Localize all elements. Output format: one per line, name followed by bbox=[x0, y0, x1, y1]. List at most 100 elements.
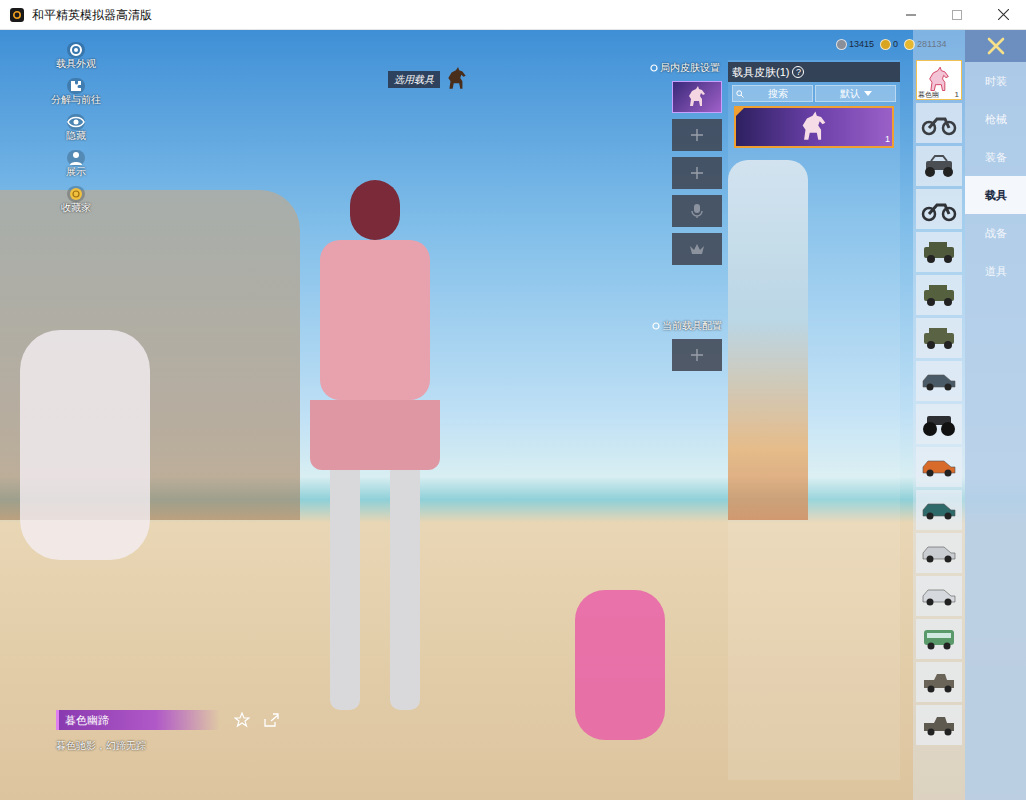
minimize-icon bbox=[906, 10, 916, 20]
skin-slot[interactable] bbox=[672, 81, 722, 113]
currency-coin-icon bbox=[836, 39, 847, 50]
skin-panel-header: 载具皮肤(1)? bbox=[728, 62, 900, 82]
character-head bbox=[350, 180, 400, 240]
side-menu-item[interactable]: 展示 bbox=[48, 150, 104, 178]
vehicle-item[interactable] bbox=[916, 447, 962, 487]
vehicle-item[interactable]: 暮色幽1 bbox=[916, 60, 962, 100]
category-tab[interactable]: 时装 bbox=[965, 62, 1026, 100]
vehicle-label: 暮色幽 bbox=[918, 90, 939, 99]
category-tab[interactable]: 道具 bbox=[965, 252, 1026, 290]
game-scene: 载具外观分解与前往隐藏展示收藏家 选用载具 134150281134 局内皮肤设… bbox=[0, 30, 1026, 800]
vehicle-item[interactable] bbox=[916, 705, 962, 745]
vehicle-item[interactable] bbox=[916, 103, 962, 143]
vehicle-item[interactable] bbox=[916, 490, 962, 530]
vehicle-item[interactable] bbox=[916, 146, 962, 186]
chevron-down-icon bbox=[864, 91, 872, 96]
skin-slot[interactable] bbox=[672, 195, 722, 227]
skin-info: 暮色幽蹄暮色驰影，幻蹄无踪 bbox=[56, 710, 279, 753]
share-icon bbox=[264, 713, 279, 727]
skin-name: 暮色幽蹄 bbox=[56, 710, 220, 730]
horse-figure bbox=[20, 330, 150, 560]
horse-skin-icon bbox=[685, 85, 709, 109]
vehicle-item[interactable] bbox=[916, 232, 962, 272]
maximize-icon bbox=[952, 10, 962, 20]
vehicle-item[interactable] bbox=[916, 619, 962, 659]
side-menu: 载具外观分解与前往隐藏展示收藏家 bbox=[48, 42, 104, 214]
search-input[interactable] bbox=[746, 86, 809, 101]
search-row: 默认 bbox=[728, 82, 900, 102]
skin-slot[interactable] bbox=[672, 339, 722, 371]
side-menu-label: 隐藏 bbox=[66, 130, 86, 142]
side-menu-item[interactable]: 载具外观 bbox=[48, 42, 104, 70]
car-icon bbox=[921, 540, 957, 566]
close-panel-button[interactable] bbox=[965, 30, 1026, 62]
microphone-icon bbox=[690, 203, 704, 219]
side-menu-label: 展示 bbox=[66, 166, 86, 178]
character-skirt bbox=[310, 400, 440, 470]
category-tab[interactable]: 枪械 bbox=[965, 100, 1026, 138]
eye-icon bbox=[67, 114, 85, 130]
skin-card[interactable]: 1 bbox=[734, 106, 894, 148]
sort-dropdown[interactable]: 默认 bbox=[815, 85, 896, 102]
close-x-icon bbox=[987, 37, 1005, 55]
plus-icon bbox=[690, 166, 704, 180]
in-match-skins: 局内皮肤设置 bbox=[650, 60, 722, 265]
category-column: 时装枪械装备载具战备道具 bbox=[965, 30, 1026, 800]
vehicle-item[interactable] bbox=[916, 318, 962, 358]
motorcycle-icon bbox=[921, 110, 957, 136]
skin-panel-title: 载具皮肤(1) bbox=[732, 64, 789, 81]
help-button[interactable]: ? bbox=[792, 66, 804, 78]
corner-tag-icon bbox=[736, 108, 744, 116]
app-logo-icon bbox=[10, 8, 24, 22]
vehicle-item[interactable] bbox=[916, 189, 962, 229]
vehicle-item[interactable] bbox=[916, 533, 962, 573]
car-icon bbox=[921, 497, 957, 523]
coin-icon bbox=[67, 186, 85, 202]
currency-item: 13415 bbox=[836, 38, 874, 52]
side-menu-item[interactable]: 分解与前往 bbox=[48, 78, 104, 106]
motorcycle-icon bbox=[921, 196, 957, 222]
puzzle-icon bbox=[67, 78, 85, 94]
horse-icon bbox=[442, 66, 472, 92]
close-window-button[interactable] bbox=[980, 0, 1026, 30]
vehicle-list: 暮色幽1 bbox=[913, 30, 965, 800]
side-menu-item[interactable]: 隐藏 bbox=[48, 114, 104, 142]
app-window: 和平精英模拟器高清版 载具外观分解与前往隐藏展示收藏家 选用载具 1341502… bbox=[0, 0, 1026, 800]
skin-slot[interactable] bbox=[672, 233, 722, 265]
character-jacket bbox=[320, 240, 430, 400]
character-figure bbox=[310, 180, 440, 720]
settings-small-icon bbox=[652, 322, 660, 330]
currency-item: 0 bbox=[880, 38, 898, 52]
vehicle-item[interactable] bbox=[916, 361, 962, 401]
side-menu-label: 载具外观 bbox=[56, 58, 96, 70]
plus-icon bbox=[690, 348, 704, 362]
maximize-button[interactable] bbox=[934, 0, 980, 30]
skin-grid: 1 bbox=[728, 102, 900, 148]
in-match-header: 局内皮肤设置 bbox=[650, 60, 722, 75]
skin-slot[interactable] bbox=[672, 119, 722, 151]
pickup-icon bbox=[921, 669, 957, 695]
vehicle-label-text: 选用载具 bbox=[388, 71, 440, 88]
skin-name-row: 暮色幽蹄 bbox=[56, 710, 279, 730]
side-menu-item[interactable]: 收藏家 bbox=[48, 186, 104, 214]
search-icon bbox=[736, 90, 744, 98]
vehicle-item[interactable] bbox=[916, 404, 962, 444]
pickup-icon bbox=[921, 712, 957, 738]
settings-icon bbox=[67, 42, 85, 58]
category-tab[interactable]: 载具 bbox=[965, 176, 1026, 214]
skin-slot[interactable] bbox=[672, 157, 722, 189]
vehicle-item[interactable] bbox=[916, 576, 962, 616]
car-icon bbox=[921, 454, 957, 480]
side-menu-label: 分解与前往 bbox=[51, 94, 101, 106]
vehicle-label[interactable]: 选用载具 bbox=[388, 66, 472, 92]
vehicle-item[interactable] bbox=[916, 662, 962, 702]
skin-panel: 载具皮肤(1)? 默认 1 bbox=[728, 60, 900, 780]
minimize-button[interactable] bbox=[888, 0, 934, 30]
skin-count: 1 bbox=[885, 133, 890, 147]
car-icon bbox=[921, 583, 957, 609]
vehicle-item[interactable] bbox=[916, 275, 962, 315]
category-tab[interactable]: 战备 bbox=[965, 214, 1026, 252]
category-tab[interactable]: 装备 bbox=[965, 138, 1026, 176]
search-field[interactable] bbox=[732, 85, 813, 102]
horse-skin-icon bbox=[797, 110, 831, 144]
